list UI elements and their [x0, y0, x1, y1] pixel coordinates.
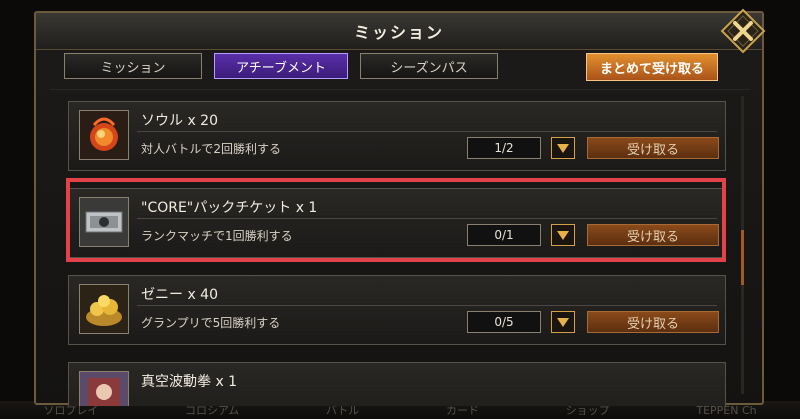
progress-counter: 0/1 — [467, 224, 541, 246]
mission-card: 真空波動拳 x 1 — [68, 362, 726, 406]
divider — [137, 305, 717, 306]
collect-all-button[interactable]: まとめて受け取る — [586, 53, 718, 81]
chevron-down-icon — [557, 318, 569, 327]
reward-name: ソウル x 20 — [141, 113, 218, 129]
soul-orb-icon — [79, 110, 129, 160]
mission-card: ソウル x 20 対人バトルで2回勝利する 1/2 受け取る — [68, 101, 726, 171]
chevron-down-icon — [557, 144, 569, 153]
tab-season-pass[interactable]: シーズンパス — [360, 53, 498, 79]
scrollbar-thumb[interactable] — [741, 230, 744, 285]
progress-counter: 1/2 — [467, 137, 541, 159]
tab-mission[interactable]: ミッション — [64, 53, 202, 79]
zenny-gold-icon — [79, 284, 129, 334]
expand-button[interactable] — [551, 224, 575, 246]
mission-condition: ランクマッチで1回勝利する — [141, 229, 293, 243]
mission-condition: 対人バトルで2回勝利する — [141, 142, 281, 156]
tab-bar: ミッション アチーブメント シーズンパス — [64, 53, 510, 81]
reward-name: ゼニー x 40 — [141, 287, 218, 303]
card-art-icon — [79, 371, 129, 406]
mission-card: ゼニー x 40 グランプリで5回勝利する 0/5 受け取る — [68, 275, 726, 345]
close-icon — [720, 8, 766, 54]
dialog-title: ミッション — [353, 23, 444, 42]
progress-counter: 0/5 — [467, 311, 541, 333]
claim-button[interactable]: 受け取る — [587, 311, 719, 333]
pack-ticket-icon — [79, 197, 129, 247]
dialog-title-bar: ミッション — [36, 13, 762, 50]
divider — [137, 131, 717, 132]
claim-button[interactable]: 受け取る — [587, 224, 719, 246]
tab-achievement[interactable]: アチーブメント — [214, 53, 348, 79]
mission-list[interactable]: ソウル x 20 対人バトルで2回勝利する 1/2 受け取る "CORE"パック… — [50, 89, 750, 406]
claim-button[interactable]: 受け取る — [587, 137, 719, 159]
close-button[interactable] — [720, 8, 766, 54]
reward-name: 真空波動拳 x 1 — [141, 374, 238, 390]
reward-name: "CORE"パックチケット x 1 — [141, 200, 318, 216]
chevron-down-icon — [557, 231, 569, 240]
expand-button[interactable] — [551, 311, 575, 333]
mission-condition: グランプリで5回勝利する — [141, 316, 281, 330]
mission-card: "CORE"パックチケット x 1 ランクマッチで1回勝利する 0/1 受け取る — [68, 188, 726, 258]
divider — [137, 218, 717, 219]
expand-button[interactable] — [551, 137, 575, 159]
